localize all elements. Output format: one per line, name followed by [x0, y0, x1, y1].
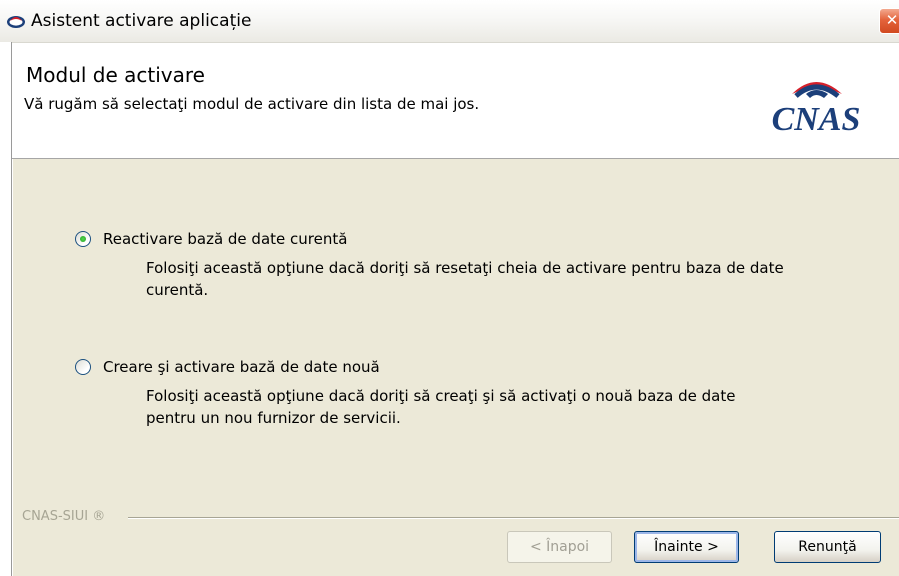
radio-create[interactable]	[75, 359, 91, 375]
logo-text: CNAS	[772, 101, 861, 138]
page-subtitle: Vă rugăm să selectaţi modul de activare …	[24, 95, 480, 113]
app-logo-icon	[7, 16, 25, 28]
radio-selected-dot	[80, 236, 86, 242]
wizard-header: Modul de activare Vă rugăm să selectaţi …	[12, 43, 899, 159]
footer-divider	[128, 517, 899, 519]
option-create-description: Folosiţi această opţiune dacă doriţi să …	[146, 387, 736, 427]
option-create-label[interactable]: Creare şi activare bază de date nouă	[103, 358, 380, 376]
wizard-content: Reactivare bază de date curentă Folosiţi…	[13, 159, 899, 576]
close-icon: ✕	[885, 11, 899, 29]
close-button[interactable]: ✕	[879, 8, 899, 34]
brand-label: CNAS-SIUI ®	[22, 509, 106, 524]
title-bar[interactable]: Asistent activare aplicație ✕	[0, 0, 899, 43]
window-title: Asistent activare aplicație	[31, 11, 252, 31]
back-button[interactable]: < Înapoi	[507, 531, 612, 563]
window-frame-left	[0, 42, 12, 576]
page-title: Modul de activare	[26, 63, 205, 87]
option-reactivate-description: Folosiţi această opţiune dacă doriţi să …	[146, 259, 784, 299]
radio-reactivate[interactable]	[75, 231, 91, 247]
next-button[interactable]: Înainte >	[634, 531, 739, 563]
cnas-logo: CNAS	[772, 82, 861, 138]
option-reactivate-label[interactable]: Reactivare bază de date curentă	[103, 230, 347, 248]
cancel-button[interactable]: Renunţă	[774, 531, 881, 563]
